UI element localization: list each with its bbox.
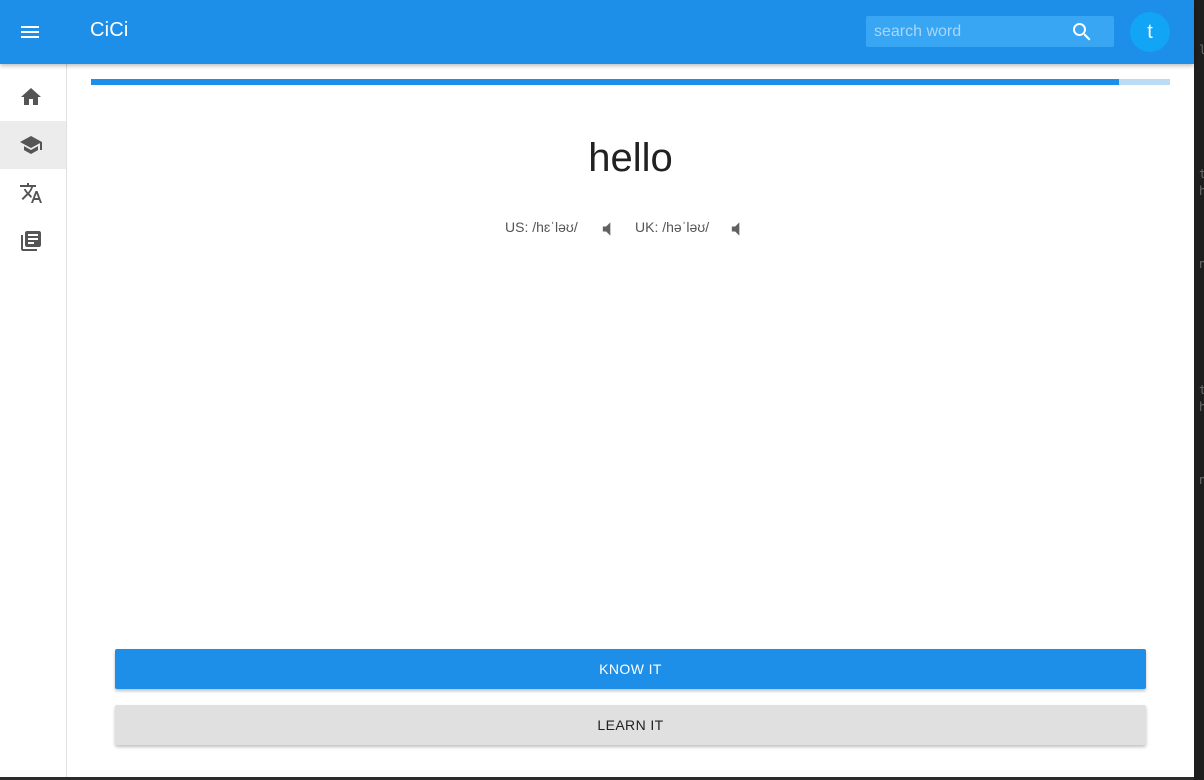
sidebar-item-learn[interactable] <box>0 121 66 169</box>
progress-bar <box>91 79 1170 85</box>
home-icon <box>21 88 41 105</box>
uk-pronunciation: UK: /həˈləʊ/ <box>635 219 710 235</box>
search-input[interactable] <box>866 16 1078 47</box>
sidebar-item-home[interactable] <box>0 73 66 121</box>
uk-speaker-icon[interactable] <box>726 219 746 239</box>
menu-icon[interactable] <box>18 20 42 44</box>
learn-it-button[interactable]: LEARN IT <box>115 705 1146 745</box>
app-bar: CiCi t <box>0 0 1194 64</box>
adjacent-window-edge: l t h n t h n <box>1194 0 1204 780</box>
search-box <box>866 16 1114 47</box>
know-it-button[interactable]: KNOW IT <box>115 649 1146 689</box>
sidebar-item-translate[interactable] <box>0 169 66 217</box>
us-speaker-icon[interactable] <box>597 219 617 239</box>
sidebar <box>0 64 67 777</box>
avatar[interactable]: t <box>1130 12 1170 52</box>
library-books-icon <box>21 231 41 251</box>
school-icon <box>20 136 42 154</box>
progress-fill <box>91 79 1120 85</box>
us-pronunciation: US: /hɛˈləʊ/ <box>505 219 578 235</box>
word-title: hello <box>588 136 673 180</box>
translate-icon <box>20 183 42 203</box>
app-title: CiCi <box>90 19 129 41</box>
search-icon[interactable] <box>1070 20 1094 44</box>
sidebar-item-library[interactable] <box>0 217 66 265</box>
